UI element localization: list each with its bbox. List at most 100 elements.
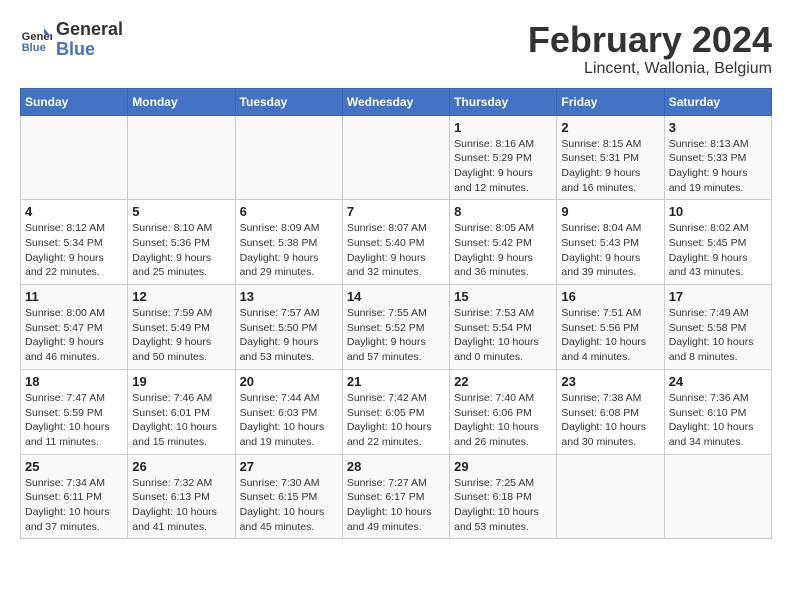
day-info: Sunrise: 7:34 AM Sunset: 6:11 PM Dayligh… [25, 476, 123, 535]
day-info: Sunrise: 8:13 AM Sunset: 5:33 PM Dayligh… [669, 137, 767, 196]
day-number: 5 [132, 204, 230, 219]
day-number: 17 [669, 289, 767, 304]
day-number: 19 [132, 374, 230, 389]
day-info: Sunrise: 7:27 AM Sunset: 6:17 PM Dayligh… [347, 476, 445, 535]
calendar-day-cell: 25 Sunrise: 7:34 AM Sunset: 6:11 PM Dayli… [21, 454, 128, 539]
day-number: 18 [25, 374, 123, 389]
day-info: Sunrise: 7:42 AM Sunset: 6:05 PM Dayligh… [347, 391, 445, 450]
calendar-week-row: 18Sunrise: 7:47 AM Sunset: 5:59 PM Dayli… [21, 369, 772, 454]
day-info: Sunrise: 7:46 AM Sunset: 6:01 PM Dayligh… [132, 391, 230, 450]
calendar-day-cell: 4 Sunrise: 8:12 AM Sunset: 5:34 PM Daylig… [21, 200, 128, 285]
day-info: Sunrise: 7:49 AM Sunset: 5:58 PM Dayligh… [669, 306, 767, 365]
day-info: Sunrise: 7:30 AM Sunset: 6:15 PM Dayligh… [240, 476, 338, 535]
logo-general-text: General [56, 20, 123, 40]
page-header: General Blue General Blue February 2024 … [20, 20, 772, 78]
weekday-header-cell: Monday [128, 88, 235, 115]
logo-blue-text: Blue [56, 40, 123, 60]
svg-text:Blue: Blue [22, 42, 46, 54]
calendar-day-cell [664, 454, 771, 539]
day-number: 12 [132, 289, 230, 304]
day-number: 8 [454, 204, 552, 219]
calendar-day-cell [557, 454, 664, 539]
calendar-body: 1 Sunrise: 8:16 AM Sunset: 5:29 PM Daylig… [21, 115, 772, 539]
day-number: 24 [669, 374, 767, 389]
calendar-day-cell: 16 Sunrise: 7:51 AM Sunset: 5:56 PM Dayli… [557, 285, 664, 370]
weekday-header-cell: Sunday [21, 88, 128, 115]
day-info: Sunrise: 8:15 AM Sunset: 5:31 PM Dayligh… [561, 137, 659, 196]
day-info: Sunrise: 8:02 AM Sunset: 5:45 PM Dayligh… [669, 221, 767, 280]
calendar-day-cell [235, 115, 342, 200]
day-number: 23 [561, 374, 659, 389]
location-text: Lincent, Wallonia, Belgium [528, 60, 772, 78]
calendar-week-row: 4 Sunrise: 8:12 AM Sunset: 5:34 PM Daylig… [21, 200, 772, 285]
day-number: 10 [669, 204, 767, 219]
calendar-day-cell: 17 Sunrise: 7:49 AM Sunset: 5:58 PM Dayli… [664, 285, 771, 370]
day-number: 3 [669, 120, 767, 135]
day-number: 1 [454, 120, 552, 135]
day-info: Sunrise: 7:38 AM Sunset: 6:08 PM Dayligh… [561, 391, 659, 450]
day-info: Sunrise: 8:05 AM Sunset: 5:42 PM Dayligh… [454, 221, 552, 280]
calendar-day-cell: 23 Sunrise: 7:38 AM Sunset: 6:08 PM Dayli… [557, 369, 664, 454]
calendar-day-cell: 7 Sunrise: 8:07 AM Sunset: 5:40 PM Daylig… [342, 200, 449, 285]
calendar-day-cell: 14 Sunrise: 7:55 AM Sunset: 5:52 PM Dayli… [342, 285, 449, 370]
calendar-day-cell: 27Sunrise: 7:30 AM Sunset: 6:15 PM Dayli… [235, 454, 342, 539]
day-info: Sunrise: 7:25 AM Sunset: 6:18 PM Dayligh… [454, 476, 552, 535]
weekday-header-cell: Wednesday [342, 88, 449, 115]
calendar-day-cell: 6 Sunrise: 8:09 AM Sunset: 5:38 PM Daylig… [235, 200, 342, 285]
calendar-day-cell: 12 Sunrise: 7:59 AM Sunset: 5:49 PM Dayli… [128, 285, 235, 370]
day-number: 9 [561, 204, 659, 219]
day-info: Sunrise: 7:44 AM Sunset: 6:03 PM Dayligh… [240, 391, 338, 450]
calendar-day-cell: 15Sunrise: 7:53 AM Sunset: 5:54 PM Dayli… [450, 285, 557, 370]
day-info: Sunrise: 8:07 AM Sunset: 5:40 PM Dayligh… [347, 221, 445, 280]
calendar-table: SundayMondayTuesdayWednesdayThursdayFrid… [20, 88, 772, 540]
calendar-day-cell [21, 115, 128, 200]
day-number: 13 [240, 289, 338, 304]
calendar-day-cell: 19 Sunrise: 7:46 AM Sunset: 6:01 PM Dayli… [128, 369, 235, 454]
day-info: Sunrise: 7:57 AM Sunset: 5:50 PM Dayligh… [240, 306, 338, 365]
day-number: 28 [347, 459, 445, 474]
weekday-header-row: SundayMondayTuesdayWednesdayThursdayFrid… [21, 88, 772, 115]
weekday-header-cell: Friday [557, 88, 664, 115]
calendar-day-cell [128, 115, 235, 200]
weekday-header-cell: Tuesday [235, 88, 342, 115]
calendar-day-cell: 8 Sunrise: 8:05 AM Sunset: 5:42 PM Daylig… [450, 200, 557, 285]
day-info: Sunrise: 7:32 AM Sunset: 6:13 PM Dayligh… [132, 476, 230, 535]
calendar-day-cell: 1 Sunrise: 8:16 AM Sunset: 5:29 PM Daylig… [450, 115, 557, 200]
calendar-day-cell: 26Sunrise: 7:32 AM Sunset: 6:13 PM Dayli… [128, 454, 235, 539]
day-number: 25 [25, 459, 123, 474]
day-number: 14 [347, 289, 445, 304]
day-info: Sunrise: 7:40 AM Sunset: 6:06 PM Dayligh… [454, 391, 552, 450]
day-number: 16 [561, 289, 659, 304]
day-info: Sunrise: 7:51 AM Sunset: 5:56 PM Dayligh… [561, 306, 659, 365]
month-title: February 2024 [528, 20, 772, 60]
weekday-header-cell: Thursday [450, 88, 557, 115]
day-number: 6 [240, 204, 338, 219]
calendar-day-cell: 18Sunrise: 7:47 AM Sunset: 5:59 PM Dayli… [21, 369, 128, 454]
day-number: 2 [561, 120, 659, 135]
calendar-day-cell: 20 Sunrise: 7:44 AM Sunset: 6:03 PM Dayli… [235, 369, 342, 454]
day-info: Sunrise: 7:59 AM Sunset: 5:49 PM Dayligh… [132, 306, 230, 365]
calendar-day-cell [342, 115, 449, 200]
day-info: Sunrise: 8:09 AM Sunset: 5:38 PM Dayligh… [240, 221, 338, 280]
title-area: February 2024 Lincent, Wallonia, Belgium [528, 20, 772, 78]
day-number: 4 [25, 204, 123, 219]
calendar-day-cell: 13 Sunrise: 7:57 AM Sunset: 5:50 PM Dayli… [235, 285, 342, 370]
calendar-day-cell: 3 Sunrise: 8:13 AM Sunset: 5:33 PM Daylig… [664, 115, 771, 200]
calendar-day-cell: 9 Sunrise: 8:04 AM Sunset: 5:43 PM Daylig… [557, 200, 664, 285]
day-number: 7 [347, 204, 445, 219]
day-info: Sunrise: 7:55 AM Sunset: 5:52 PM Dayligh… [347, 306, 445, 365]
logo: General Blue General Blue [20, 20, 123, 60]
day-number: 20 [240, 374, 338, 389]
calendar-week-row: 11Sunrise: 8:00 AM Sunset: 5:47 PM Dayli… [21, 285, 772, 370]
calendar-day-cell: 11Sunrise: 8:00 AM Sunset: 5:47 PM Dayli… [21, 285, 128, 370]
calendar-day-cell: 2 Sunrise: 8:15 AM Sunset: 5:31 PM Daylig… [557, 115, 664, 200]
calendar-day-cell: 24Sunrise: 7:36 AM Sunset: 6:10 PM Dayli… [664, 369, 771, 454]
calendar-day-cell: 10 Sunrise: 8:02 AM Sunset: 5:45 PM Dayli… [664, 200, 771, 285]
day-info: Sunrise: 8:16 AM Sunset: 5:29 PM Dayligh… [454, 137, 552, 196]
day-info: Sunrise: 8:12 AM Sunset: 5:34 PM Dayligh… [25, 221, 123, 280]
day-number: 22 [454, 374, 552, 389]
day-number: 15 [454, 289, 552, 304]
calendar-day-cell: 28 Sunrise: 7:27 AM Sunset: 6:17 PM Dayli… [342, 454, 449, 539]
day-info: Sunrise: 8:04 AM Sunset: 5:43 PM Dayligh… [561, 221, 659, 280]
calendar-day-cell: 22 Sunrise: 7:40 AM Sunset: 6:06 PM Dayli… [450, 369, 557, 454]
